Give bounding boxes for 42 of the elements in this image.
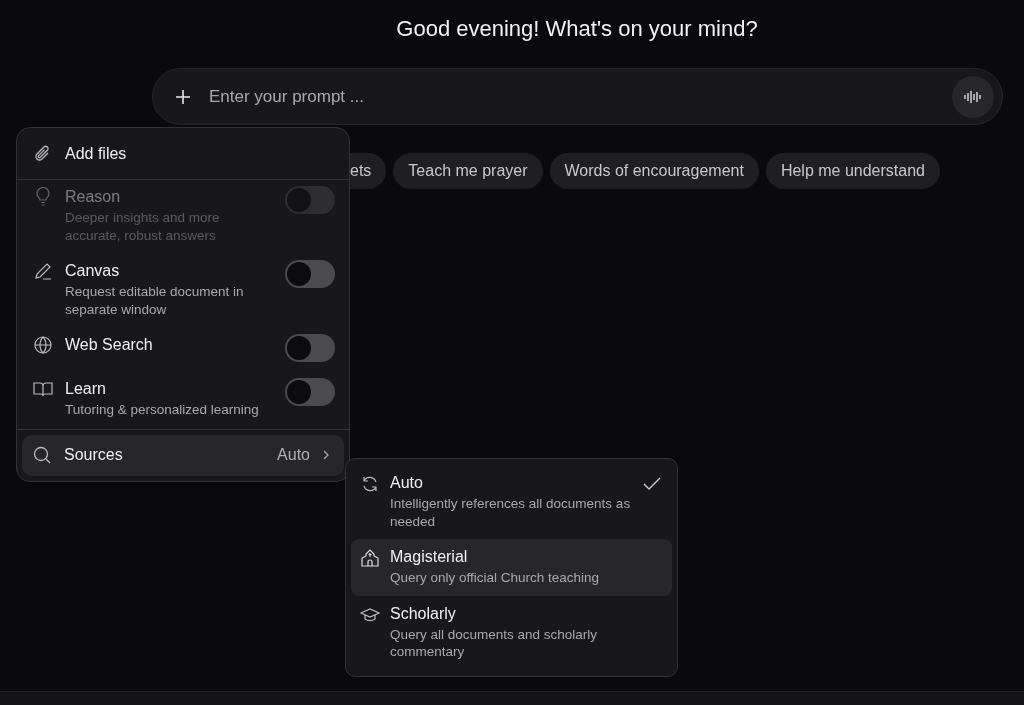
globe-icon	[33, 335, 53, 356]
voice-button[interactable]	[952, 75, 994, 118]
suggestion-chip[interactable]: Help me understand	[765, 153, 940, 189]
source-option[interactable]: Magisterial Query only official Church teaching	[351, 539, 672, 596]
prompt-input[interactable]: Enter your prompt ...	[207, 85, 936, 108]
source-option[interactable]: Scholarly Query all documents and scholarly commentary	[351, 595, 672, 670]
greeting-heading: Good evening! What's on your mind?	[396, 16, 758, 42]
tool-toggle-item[interactable]: Web Search	[17, 328, 349, 373]
chevron-right-icon	[322, 449, 330, 462]
sources-label: Sources	[64, 446, 124, 465]
source-title: Auto	[390, 474, 424, 492]
tool-description: Tutoring & personalized learning	[65, 401, 260, 419]
prompt-field[interactable]: Enter your prompt ...	[152, 68, 1003, 125]
waveform-icon	[963, 88, 983, 105]
tool-description: Request editable document in separate window	[65, 283, 245, 319]
source-title: Scholarly	[390, 604, 457, 623]
source-description: Query all documents and scholarly commentary	[390, 625, 599, 661]
toggle-switch[interactable]	[285, 334, 335, 363]
tool-title: Canvas	[65, 262, 121, 281]
source-description: Query only official Church teaching	[390, 569, 601, 587]
sources-item[interactable]: Sources Auto	[22, 434, 344, 476]
search-icon	[32, 445, 52, 466]
church-icon	[360, 548, 380, 569]
pencil-icon	[33, 261, 53, 282]
tool-toggle-item[interactable]: Learn Tutoring & personalized learning	[17, 372, 349, 429]
sources-value: Auto	[277, 446, 310, 465]
tool-title: Reason	[65, 188, 122, 206]
suggestion-chip[interactable]: Teach me prayer	[393, 153, 543, 189]
refresh-icon	[360, 474, 380, 494]
toggle-switch[interactable]	[285, 260, 335, 289]
suggestion-chip[interactable]: Words of encouragement	[549, 153, 759, 189]
source-description: Intelligently references all documents as needed	[390, 495, 632, 531]
tool-description: Deeper insights and more accurate, robust answers	[65, 209, 221, 245]
source-title: Magisterial	[390, 548, 469, 567]
plus-icon[interactable]	[175, 88, 191, 105]
tool-title: Learn	[65, 380, 107, 399]
tool-toggle-item[interactable]: Canvas Request editable document in separate window	[17, 254, 349, 329]
toggle-switch[interactable]	[285, 378, 335, 407]
tool-title: Web Search	[65, 336, 154, 355]
lightbulb-icon	[33, 187, 53, 207]
source-option[interactable]: Auto Intelligently references all documents as needed	[351, 465, 672, 540]
add-files-item[interactable]: Add files	[17, 128, 349, 179]
